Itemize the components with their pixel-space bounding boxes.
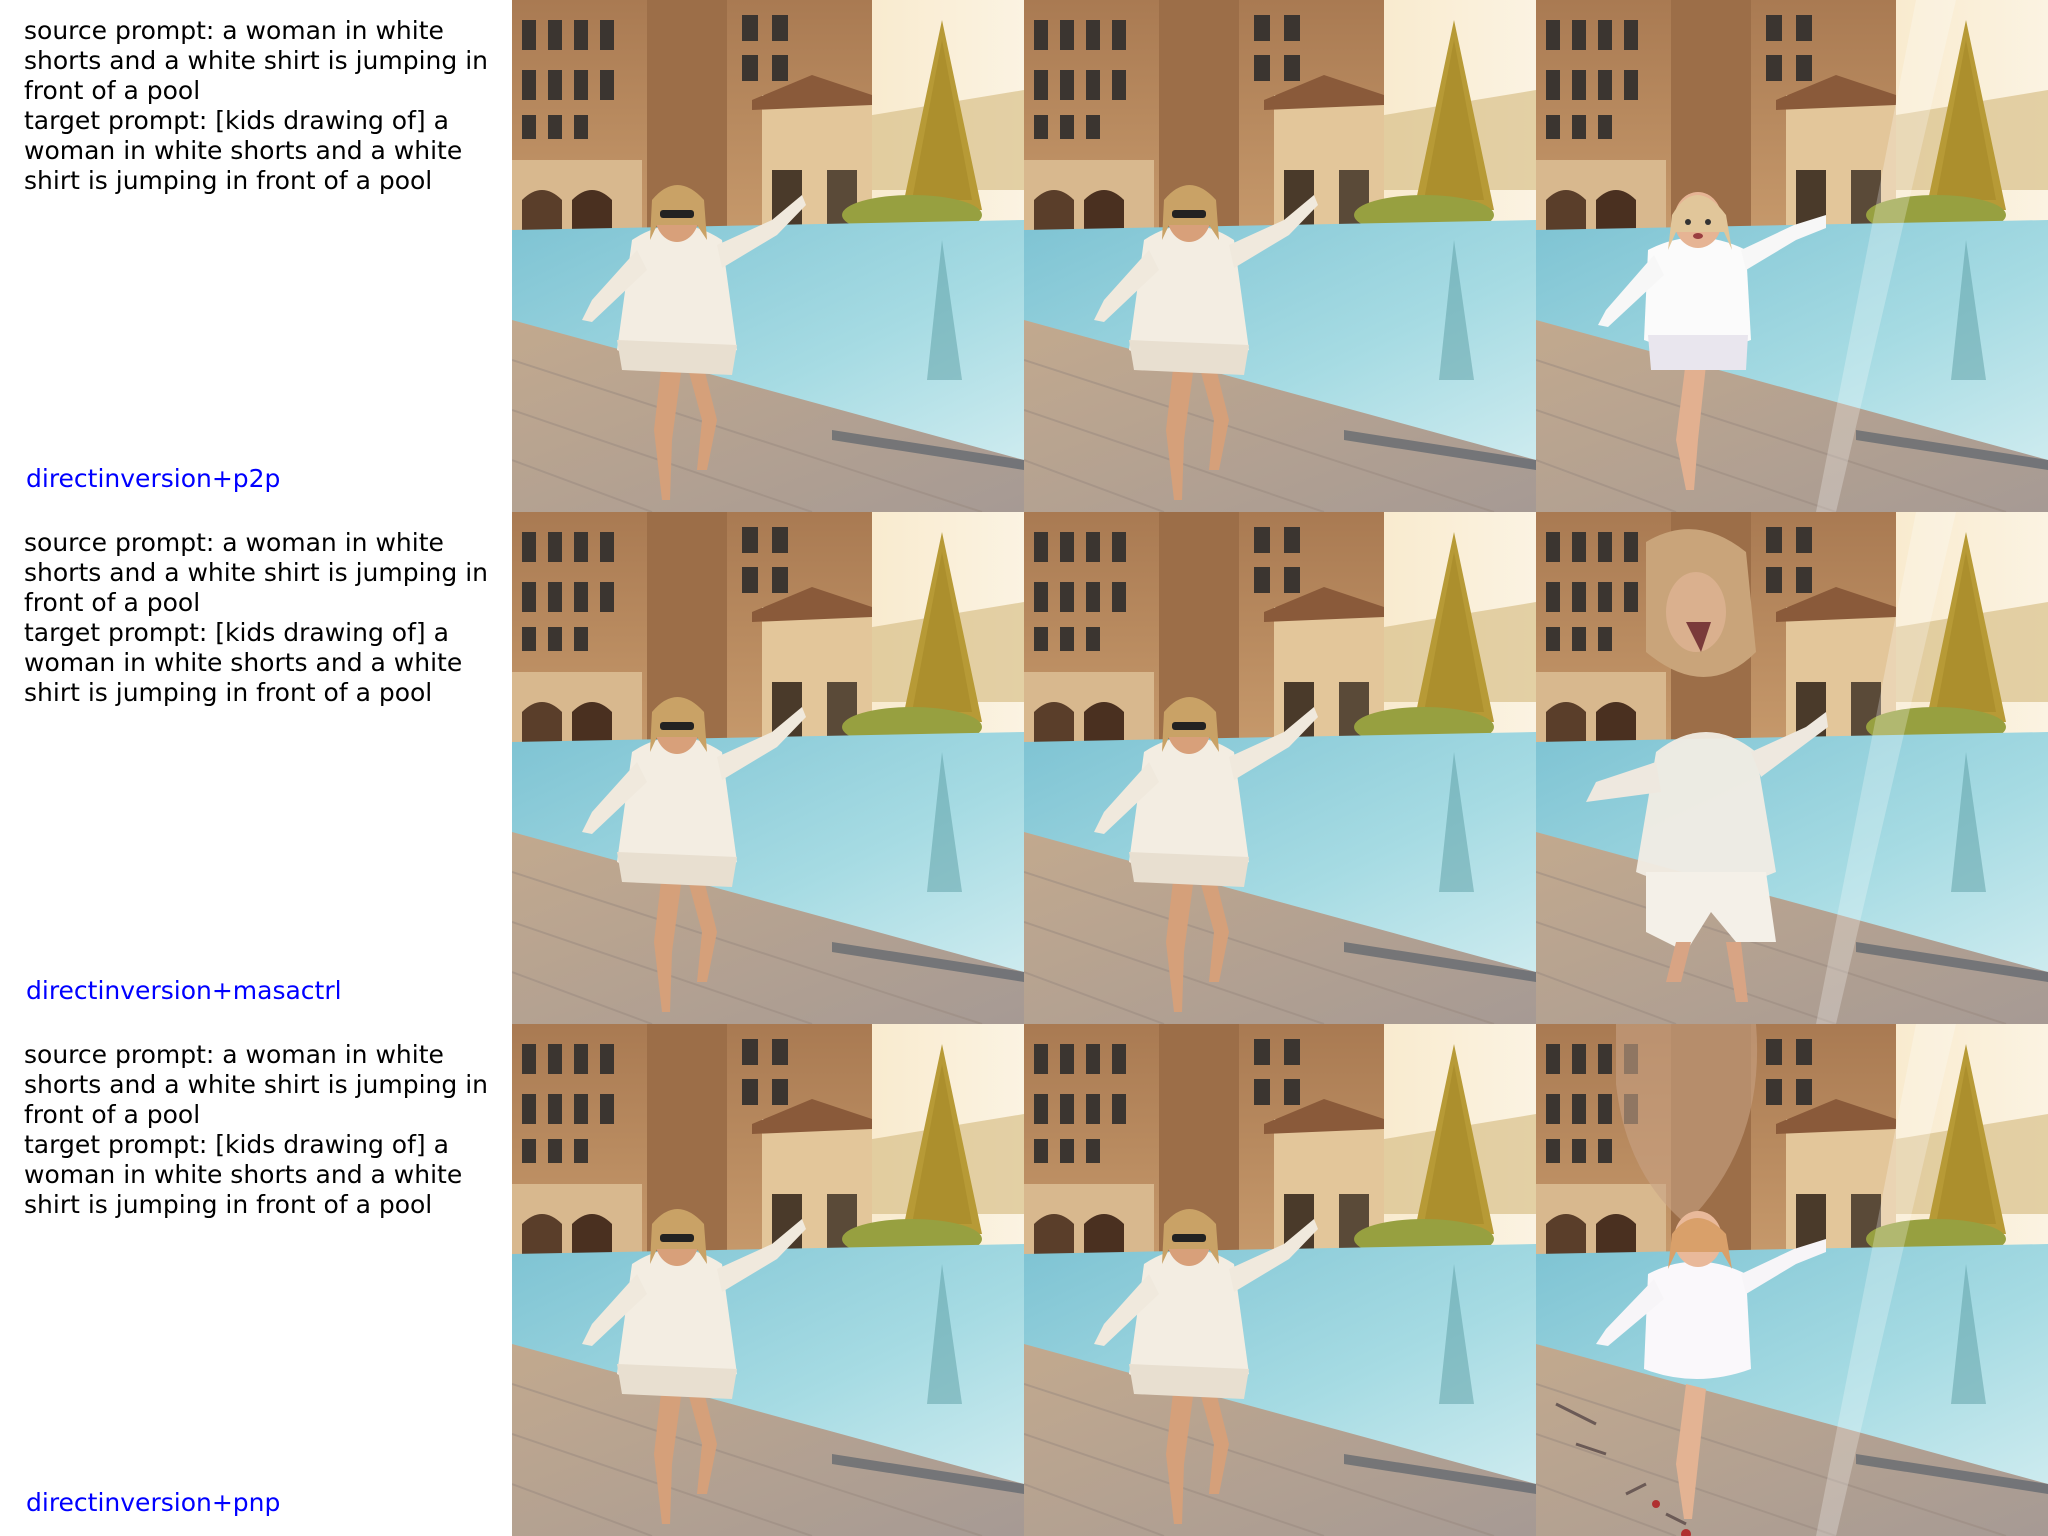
edited-image [1536, 1024, 2048, 1536]
source-image [512, 1024, 1024, 1536]
source-prompt: source prompt: a woman in white shorts a… [24, 16, 489, 105]
target-prompt: target prompt: [kids drawing of] a woman… [24, 106, 463, 195]
prompt-panel: source prompt: a woman in white shorts a… [0, 1024, 512, 1536]
method-label: directinversion+pnp [26, 1488, 281, 1517]
prompt-panel: source prompt: a woman in white shorts a… [0, 512, 512, 1024]
result-row: source prompt: a woman in white shorts a… [0, 1024, 2048, 1536]
prompt-block: source prompt: a woman in white shorts a… [24, 1040, 504, 1220]
prompt-block: source prompt: a woman in white shorts a… [24, 528, 504, 708]
target-prompt: target prompt: [kids drawing of] a woman… [24, 1130, 463, 1219]
result-row: source prompt: a woman in white shorts a… [0, 0, 2048, 512]
edited-image [1536, 0, 2048, 512]
reconstruction-image [1024, 512, 1536, 1024]
method-label: directinversion+p2p [26, 464, 281, 493]
result-row: source prompt: a woman in white shorts a… [0, 512, 2048, 1024]
source-prompt: source prompt: a woman in white shorts a… [24, 528, 489, 617]
source-image [512, 0, 1024, 512]
edited-image [1536, 512, 2048, 1024]
source-prompt: source prompt: a woman in white shorts a… [24, 1040, 489, 1129]
prompt-block: source prompt: a woman in white shorts a… [24, 16, 504, 196]
comparison-grid: source prompt: a woman in white shorts a… [0, 0, 2048, 1536]
target-prompt: target prompt: [kids drawing of] a woman… [24, 618, 463, 707]
method-label: directinversion+masactrl [26, 976, 342, 1005]
source-image [512, 512, 1024, 1024]
reconstruction-image [1024, 0, 1536, 512]
reconstruction-image [1024, 1024, 1536, 1536]
prompt-panel: source prompt: a woman in white shorts a… [0, 0, 512, 512]
